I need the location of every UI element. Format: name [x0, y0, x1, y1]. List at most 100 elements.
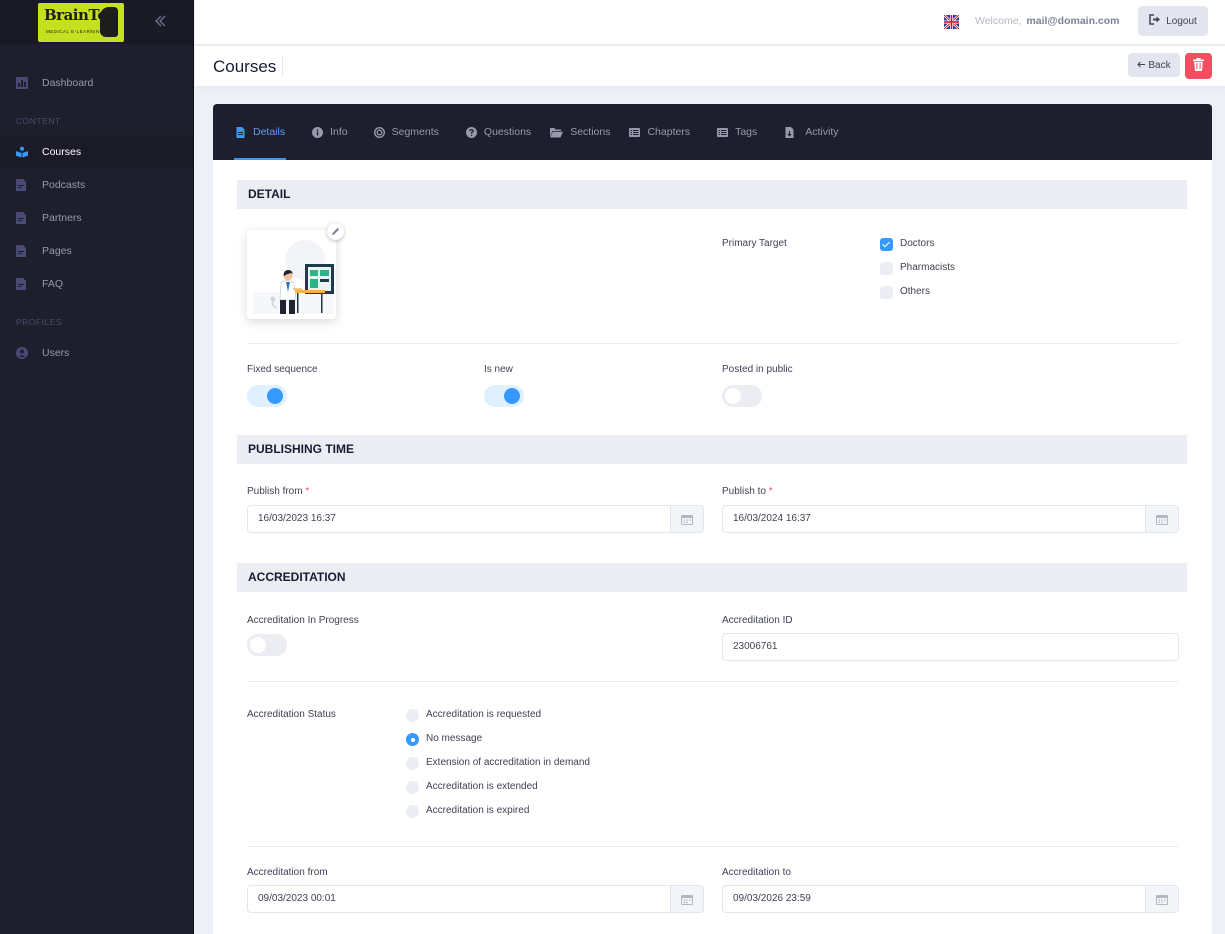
divider — [247, 343, 1178, 344]
sidebar-item-faq[interactable]: FAQ — [0, 267, 193, 300]
divider — [247, 846, 1178, 847]
braintop-logo[interactable]: BrainTop MEDICAL E-LEARNING — [38, 2, 124, 42]
tab-label: Chapters — [647, 126, 691, 138]
section-heading-publishing: PUBLISHING TIME — [237, 435, 1187, 464]
accreditation-id-input[interactable]: 23006761 — [722, 633, 1179, 661]
sidebar-item-users[interactable]: Users — [0, 336, 193, 369]
radio-accreditation-extended[interactable] — [406, 781, 419, 794]
logout-button[interactable]: Logout — [1138, 6, 1208, 36]
calendar-icon[interactable] — [1145, 886, 1178, 912]
sidebar-section-title: PROFILES — [16, 317, 63, 327]
question-circle-icon — [465, 126, 477, 138]
file-download-icon — [785, 126, 794, 138]
radio-no-message[interactable] — [406, 733, 419, 746]
checkbox-doctors[interactable] — [880, 238, 893, 251]
back-button[interactable]: Back — [1128, 53, 1180, 77]
divider — [247, 681, 1178, 682]
checkbox-doctors-label: Doctors — [900, 238, 935, 249]
accreditation-in-progress-label: Accreditation In Progress — [247, 615, 359, 626]
radio-label: Accreditation is expired — [426, 805, 530, 816]
publish-to-label-text: Publish to — [722, 486, 766, 497]
tab-details[interactable]: Details — [234, 104, 287, 160]
sidebar-item-label: FAQ — [42, 277, 64, 290]
sidebar-item-dashboard[interactable]: Dashboard — [0, 66, 193, 99]
list-icon — [717, 127, 729, 137]
accreditation-in-progress-toggle[interactable] — [247, 634, 287, 656]
tab-label: Questions — [483, 126, 532, 138]
fixed-sequence-label: Fixed sequence — [247, 364, 318, 375]
welcome-label: Welcome, — [975, 15, 1022, 27]
fixed-sequence-toggle[interactable] — [247, 385, 287, 407]
is-new-toggle[interactable] — [484, 385, 524, 407]
sidebar-section-title: CONTENT — [16, 116, 61, 126]
uk-flag-icon[interactable] — [943, 14, 960, 30]
user-email: mail@domain.com — [1026, 15, 1120, 27]
accreditation-from-input[interactable]: 09/03/2023 00:01 — [247, 885, 704, 913]
tab-tags[interactable]: Tags — [717, 104, 757, 160]
tab-questions[interactable]: Questions — [465, 104, 532, 160]
publish-from-input[interactable]: 16/03/2023 16:37 — [247, 505, 704, 533]
checkbox-pharmacists-label: Pharmacists — [900, 262, 956, 273]
edit-image-button[interactable] — [327, 223, 344, 240]
list-icon — [629, 127, 641, 137]
sidebar-item-partners[interactable]: Partners — [0, 201, 193, 234]
info-circle-icon — [312, 126, 324, 138]
is-new-label: Is new — [484, 364, 513, 375]
user-circle-icon — [16, 346, 28, 359]
calendar-icon[interactable] — [670, 886, 703, 912]
chevron-double-left-icon[interactable] — [153, 13, 167, 29]
radio-extension-in-demand[interactable] — [406, 757, 419, 770]
accreditation-from-label: Accreditation from — [247, 867, 328, 878]
tab-sections[interactable]: Sections — [550, 104, 610, 160]
sidebar-item-pages[interactable]: Pages — [0, 234, 193, 267]
tab-label: Info — [330, 126, 348, 138]
checkbox-others[interactable] — [880, 286, 893, 299]
tab-chapters[interactable]: Chapters — [629, 104, 690, 160]
course-thumbnail[interactable] — [247, 230, 336, 319]
accreditation-to-value: 09/03/2026 23:59 — [733, 893, 811, 904]
subheader: Courses Back — [195, 46, 1225, 86]
tab-info[interactable]: Info — [312, 104, 348, 160]
sidebar: BrainTop MEDICAL E-LEARNING Dashboard CO… — [0, 0, 194, 934]
publish-to-input[interactable]: 16/03/2024 16:37 — [722, 505, 1179, 533]
logout-label: Logout — [1166, 15, 1197, 27]
calendar-icon[interactable] — [1145, 506, 1178, 532]
radio-accreditation-requested[interactable] — [406, 709, 419, 722]
tab-label: Tags — [735, 126, 758, 138]
section-heading-accreditation: ACCREDITATION — [237, 563, 1187, 592]
accreditation-from-value: 09/03/2023 00:01 — [258, 893, 336, 904]
tab-segments[interactable]: Segments — [373, 104, 439, 160]
tab-label: Sections — [570, 126, 611, 138]
posted-in-public-toggle[interactable] — [722, 385, 762, 407]
checkbox-pharmacists[interactable] — [880, 262, 893, 275]
file-icon — [16, 178, 28, 191]
accreditation-to-input[interactable]: 09/03/2026 23:59 — [722, 885, 1179, 913]
file-icon — [16, 277, 28, 290]
radio-label: No message — [426, 733, 483, 744]
tab-label: Segments — [391, 126, 439, 138]
primary-target-label: Primary Target — [722, 238, 787, 249]
delete-button[interactable] — [1185, 53, 1212, 79]
file-icon — [16, 244, 28, 257]
sidebar-item-podcasts[interactable]: Podcasts — [0, 168, 193, 201]
folder-open-icon — [550, 127, 564, 137]
sign-out-icon — [1149, 14, 1161, 28]
publish-to-value: 16/03/2024 16:37 — [733, 513, 811, 524]
sidebar-item-label: Courses — [42, 145, 82, 158]
brand: BrainTop MEDICAL E-LEARNING — [0, 0, 193, 44]
radio-label: Accreditation is requested — [426, 709, 542, 720]
trash-icon — [1193, 58, 1204, 74]
required-mark: * — [768, 486, 773, 497]
publish-from-label-text: Publish from — [247, 486, 303, 497]
sidebar-item-courses[interactable]: Courses — [0, 135, 193, 168]
tab-label: Activity — [805, 126, 839, 138]
publish-from-label: Publish from * — [247, 486, 309, 497]
accreditation-id-label: Accreditation ID — [722, 615, 793, 626]
publish-to-label: Publish to * — [722, 486, 773, 497]
pencil-icon — [332, 228, 339, 235]
course-detail-card: Details Info Segments Questions Sections… — [213, 104, 1212, 934]
target-icon — [373, 126, 385, 138]
calendar-icon[interactable] — [670, 506, 703, 532]
tab-activity[interactable]: Activity — [784, 104, 839, 160]
radio-accreditation-expired[interactable] — [406, 805, 419, 818]
